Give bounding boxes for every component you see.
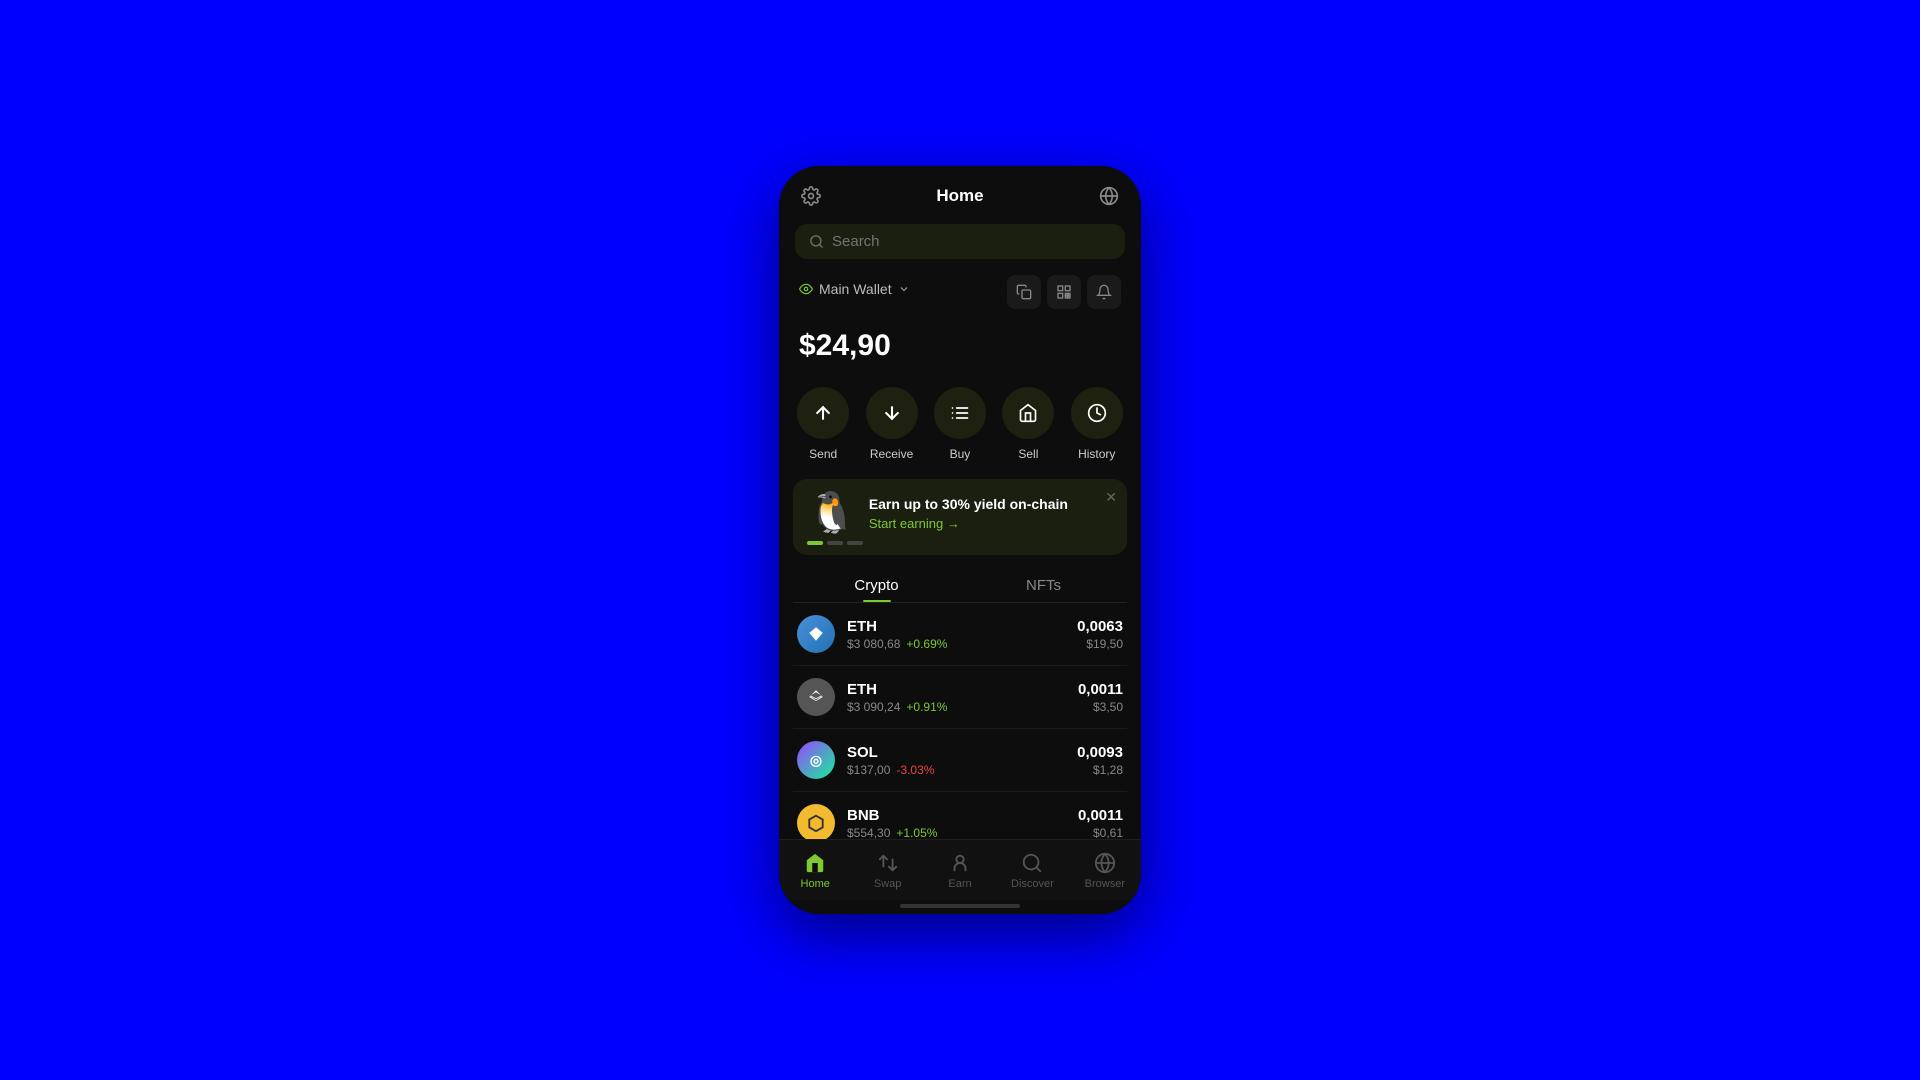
bnb-logo: ⬡: [797, 804, 835, 839]
browser-nav-label: Browser: [1085, 878, 1125, 890]
crypto-list: ETH $3 080,68 +0.69% 0,0063 $19,50 ETH $…: [779, 603, 1141, 839]
nav-home[interactable]: Home: [779, 848, 851, 894]
eth-logo-2: [797, 678, 835, 716]
wallet-name: Main Wallet: [819, 281, 892, 297]
eth-amount-1: 0,0063 $19,50: [1077, 618, 1123, 651]
banner-dot-3: [847, 541, 863, 545]
crypto-price: $3 090,24: [847, 700, 900, 714]
list-item[interactable]: ⬡ BNB $554,30 +1.05% 0,0011 $0,61: [793, 792, 1127, 839]
buy-button[interactable]: Buy: [934, 387, 986, 461]
tab-crypto[interactable]: Crypto: [793, 567, 960, 602]
banner-dot-1: [807, 541, 823, 545]
asset-tabs: Crypto NFTs: [793, 567, 1127, 603]
crypto-value: $19,50: [1077, 637, 1123, 651]
search-bar[interactable]: [795, 224, 1125, 259]
sol-info: SOL $137,00 -3.03%: [847, 744, 1077, 777]
buy-label: Buy: [950, 447, 971, 461]
crypto-name: ETH: [847, 681, 1078, 698]
crypto-change: +1.05%: [896, 826, 937, 840]
page-title: Home: [936, 186, 983, 206]
crypto-price: $554,30: [847, 826, 890, 840]
home-indicator: [900, 904, 1020, 908]
home-icon: [804, 852, 826, 874]
history-label: History: [1078, 447, 1115, 461]
wallet-section: Main Wallet $24,90: [779, 271, 1141, 375]
copy-button[interactable]: [1007, 275, 1041, 309]
banner-emoji: 🐧: [807, 493, 857, 533]
earn-banner: ✕ 🐧 Earn up to 30% yield on-chain Start …: [793, 479, 1127, 555]
bnb-amount: 0,0011 $0,61: [1078, 807, 1123, 840]
crypto-qty: 0,0011: [1078, 807, 1123, 824]
list-item[interactable]: ETH $3 080,68 +0.69% 0,0063 $19,50: [793, 603, 1127, 666]
crypto-qty: 0,0093: [1077, 744, 1123, 761]
search-input[interactable]: [832, 233, 1111, 250]
eth-info-2: ETH $3 090,24 +0.91%: [847, 681, 1078, 714]
nav-browser[interactable]: Browser: [1069, 848, 1141, 894]
link-icon[interactable]: [1097, 184, 1121, 208]
home-nav-label: Home: [801, 878, 830, 890]
crypto-name: ETH: [847, 618, 1077, 635]
banner-dots: [807, 541, 1113, 545]
receive-button[interactable]: Receive: [866, 387, 918, 461]
list-item[interactable]: ETH $3 090,24 +0.91% 0,0011 $3,50: [793, 666, 1127, 729]
send-button[interactable]: Send: [797, 387, 849, 461]
settings-icon[interactable]: [799, 184, 823, 208]
crypto-name: BNB: [847, 807, 1078, 824]
action-buttons: Send Receive Buy Sell History: [779, 375, 1141, 475]
earn-icon: [949, 852, 971, 874]
sol-logo: ◎: [797, 741, 835, 779]
banner-title: Earn up to 30% yield on-chain: [869, 496, 1113, 512]
eth-info-1: ETH $3 080,68 +0.69%: [847, 618, 1077, 651]
list-item[interactable]: ◎ SOL $137,00 -3.03% 0,0093 $1,28: [793, 729, 1127, 792]
earn-nav-label: Earn: [948, 878, 971, 890]
crypto-change: +0.69%: [906, 637, 947, 651]
sell-button[interactable]: Sell: [1002, 387, 1054, 461]
swap-nav-label: Swap: [874, 878, 902, 890]
banner-close-button[interactable]: ✕: [1105, 489, 1117, 506]
banner-dot-2: [827, 541, 843, 545]
crypto-qty: 0,0063: [1077, 618, 1123, 635]
sol-amount: 0,0093 $1,28: [1077, 744, 1123, 777]
wallet-label: Main Wallet: [799, 281, 910, 297]
history-button[interactable]: History: [1071, 387, 1123, 461]
eth-logo-1: [797, 615, 835, 653]
crypto-change: +0.91%: [906, 700, 947, 714]
send-label: Send: [809, 447, 837, 461]
nav-earn[interactable]: Earn: [924, 848, 996, 894]
bnb-info: BNB $554,30 +1.05%: [847, 807, 1078, 840]
crypto-name: SOL: [847, 744, 1077, 761]
tab-nfts[interactable]: NFTs: [960, 567, 1127, 602]
qr-button[interactable]: [1047, 275, 1081, 309]
crypto-value: $0,61: [1078, 826, 1123, 840]
browser-icon: [1094, 852, 1116, 874]
bottom-nav: Home Swap Earn Discover Browser: [779, 839, 1141, 900]
wallet-balance: $24,90: [799, 329, 1121, 363]
crypto-value: $1,28: [1077, 763, 1123, 777]
crypto-price: $3 080,68: [847, 637, 900, 651]
eth-amount-2: 0,0011 $3,50: [1078, 681, 1123, 714]
banner-link[interactable]: Start earning →: [869, 516, 1113, 531]
nav-discover[interactable]: Discover: [996, 848, 1068, 894]
header: Home: [779, 166, 1141, 218]
search-icon: [809, 234, 824, 249]
discover-icon: [1021, 852, 1043, 874]
swap-icon: [877, 852, 899, 874]
crypto-qty: 0,0011: [1078, 681, 1123, 698]
crypto-price: $137,00: [847, 763, 890, 777]
nav-swap[interactable]: Swap: [851, 848, 923, 894]
phone-container: Home Main Wallet: [779, 166, 1141, 914]
sell-label: Sell: [1018, 447, 1038, 461]
notifications-button[interactable]: [1087, 275, 1121, 309]
receive-label: Receive: [870, 447, 913, 461]
crypto-value: $3,50: [1078, 700, 1123, 714]
crypto-change: -3.03%: [896, 763, 934, 777]
discover-nav-label: Discover: [1011, 878, 1054, 890]
